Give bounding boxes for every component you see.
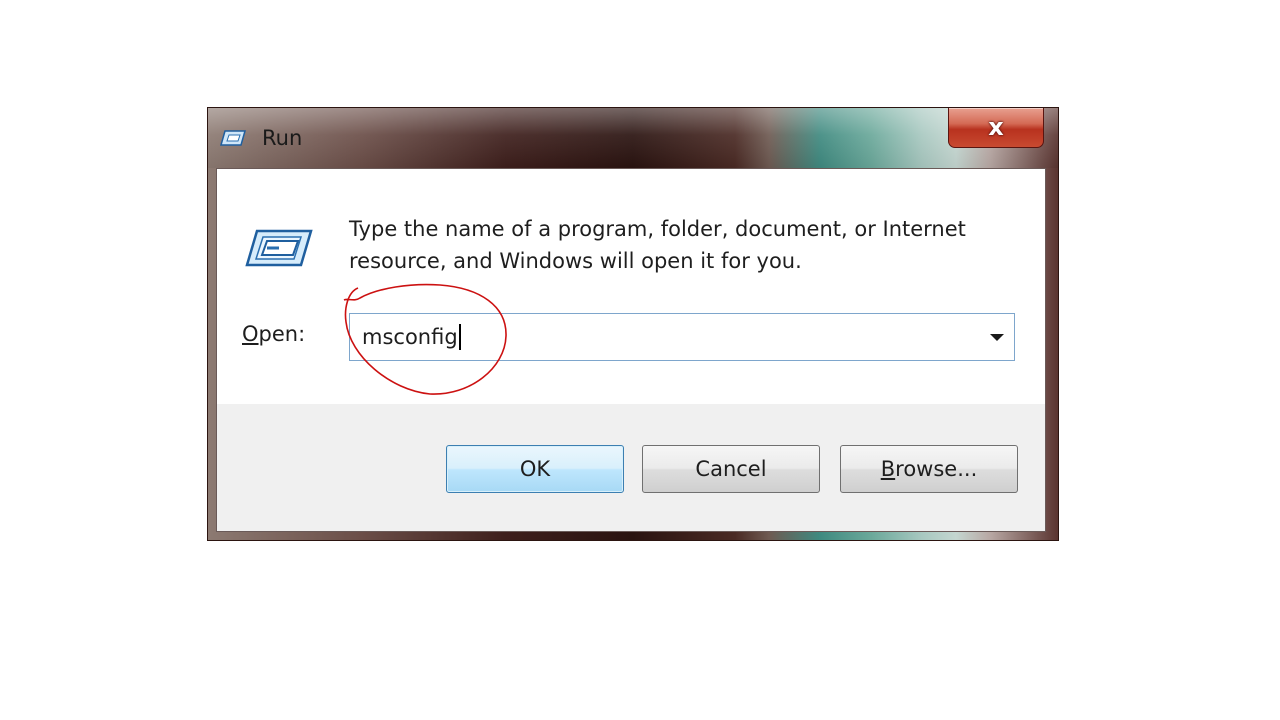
dialog-prompt: Type the name of a program, folder, docu… bbox=[349, 217, 966, 273]
dialog-content-area bbox=[217, 169, 1045, 404]
screenshot-canvas: Run x Type the name of a program, folder… bbox=[0, 0, 1280, 720]
close-button[interactable]: x bbox=[948, 108, 1044, 148]
close-icon: x bbox=[988, 113, 1004, 141]
cancel-button[interactable]: Cancel bbox=[642, 445, 820, 493]
open-label-text: pen: bbox=[258, 322, 306, 346]
run-dialog-window: Run x Type the name of a program, folder… bbox=[207, 107, 1059, 541]
open-label-accelerator: O bbox=[242, 322, 259, 346]
browse-button[interactable]: Browse... bbox=[840, 445, 1018, 493]
chevron-down-icon[interactable] bbox=[990, 334, 1004, 341]
run-icon bbox=[220, 130, 246, 146]
window-title: Run bbox=[262, 126, 303, 150]
run-program-icon bbox=[245, 229, 313, 267]
open-combobox[interactable]: msconfig bbox=[349, 313, 1015, 361]
browse-label: rowse... bbox=[895, 457, 978, 481]
open-input[interactable]: msconfig bbox=[362, 322, 461, 352]
open-label: Open: bbox=[242, 319, 305, 349]
dialog-client-area: Type the name of a program, folder, docu… bbox=[216, 168, 1046, 532]
browse-accelerator: B bbox=[880, 457, 896, 481]
open-input-value: msconfig bbox=[362, 325, 458, 349]
title-bar[interactable]: Run x bbox=[208, 108, 1058, 168]
ok-button[interactable]: OK bbox=[446, 445, 624, 493]
text-caret bbox=[458, 324, 461, 350]
